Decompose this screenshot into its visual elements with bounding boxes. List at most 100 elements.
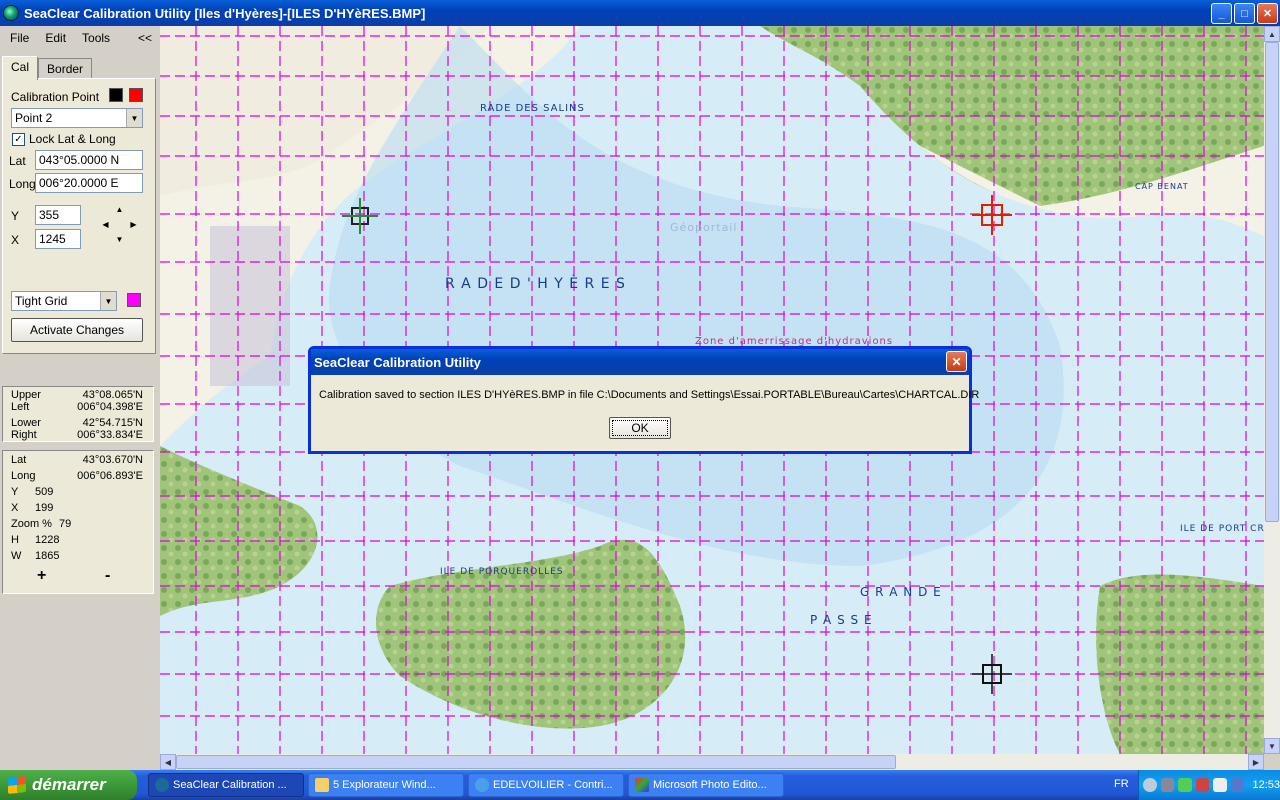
cal-pane: Calibration Point Point 2 ▼ ✓ Lock Lat &… xyxy=(2,78,156,354)
scroll-left-icon[interactable]: ◀ xyxy=(160,754,176,770)
cursor-y-label: Y xyxy=(11,486,19,498)
menu-tools[interactable]: Tools xyxy=(82,31,110,45)
photo-editor-icon xyxy=(635,778,649,792)
task-label: SeaClear Calibration ... xyxy=(173,779,287,791)
vertical-scrollbar[interactable]: ▲ ▼ xyxy=(1264,26,1280,754)
collapse-panel-button[interactable]: << xyxy=(138,31,152,45)
tray-alert-icon[interactable] xyxy=(1195,778,1210,792)
menu-file[interactable]: File xyxy=(10,31,29,45)
tray-network-icon[interactable] xyxy=(1160,778,1175,792)
grid-color-swatch[interactable] xyxy=(127,293,141,307)
nudge-up-icon[interactable]: ▲ xyxy=(113,203,126,216)
map-label-cap-benat: CAP BENAT xyxy=(1135,182,1189,191)
horizontal-scroll-thumb[interactable] xyxy=(176,755,896,769)
nudge-right-icon[interactable]: ▶ xyxy=(127,218,140,231)
windows-logo-icon xyxy=(8,776,26,794)
task-explorer[interactable]: 5 Explorateur Wind... xyxy=(308,773,464,797)
window-title: SeaClear Calibration Utility [Iles d'Hyè… xyxy=(24,5,426,21)
zoom-label: Zoom % xyxy=(11,518,52,530)
tray-volume-icon[interactable] xyxy=(1213,778,1227,792)
calibration-color-black[interactable] xyxy=(109,88,123,102)
map-label-passe: P A S S E xyxy=(810,613,873,627)
menu-bar: File Edit Tools << xyxy=(0,26,158,50)
lock-lat-long-checkbox[interactable]: ✓ xyxy=(12,133,25,146)
bounds-box: Upper 43°08.065'N Left 006°04.398'E Lower 4… xyxy=(2,386,154,442)
minimize-button[interactable]: _ xyxy=(1211,3,1232,24)
start-button[interactable]: démarrer xyxy=(0,770,137,800)
internet-explorer-icon xyxy=(475,778,489,792)
y-label: Y xyxy=(11,209,20,223)
scroll-right-icon[interactable]: ▶ xyxy=(1248,754,1264,770)
task-label: 5 Explorateur Wind... xyxy=(333,779,436,791)
app-icon[interactable] xyxy=(3,5,19,21)
cursor-y-value: 509 xyxy=(35,486,54,498)
lat-label: Lat xyxy=(9,154,26,168)
long-label: Long xyxy=(9,177,36,191)
grid-select-value: Tight Grid xyxy=(15,294,68,308)
task-browser[interactable]: EDELVOILIER - Contri... xyxy=(468,773,624,797)
left-panel: Cal Border Calibration Point Point 2 ▼ ✓… xyxy=(0,50,158,750)
zoom-in-button[interactable]: + xyxy=(37,567,46,585)
lat-input[interactable]: 043°05.0000 N xyxy=(35,150,143,170)
right-label: Right xyxy=(11,429,37,441)
seaclear-icon xyxy=(155,778,169,792)
scroll-down-icon[interactable]: ▼ xyxy=(1264,738,1280,754)
activate-changes-button[interactable]: Activate Changes xyxy=(11,318,143,342)
dialog-message: Calibration saved to section ILES D'HYèR… xyxy=(319,389,980,401)
long-input[interactable]: 006°20.0000 E xyxy=(35,173,143,193)
point-select[interactable]: Point 2 ▼ xyxy=(11,108,143,128)
map-label-port-cros: ILE DE PORT CROS xyxy=(1180,524,1264,534)
cursor-lat-value: 43°03.670'N xyxy=(82,454,143,466)
calibration-point-label: Calibration Point xyxy=(11,90,100,104)
system-tray: 12:53 xyxy=(1138,770,1280,800)
nudge-left-icon[interactable]: ◀ xyxy=(99,218,112,231)
grid-select[interactable]: Tight Grid ▼ xyxy=(11,291,117,311)
x-label: X xyxy=(11,233,20,247)
taskbar: démarrer SeaClear Calibration ... 5 Expl… xyxy=(0,770,1280,800)
chevron-down-icon[interactable]: ▼ xyxy=(126,109,142,127)
zoom-out-button[interactable]: - xyxy=(105,567,110,585)
close-button[interactable]: ✕ xyxy=(1257,3,1278,24)
height-label: H xyxy=(11,534,19,546)
bluetooth-icon[interactable] xyxy=(1230,778,1245,792)
clock[interactable]: 12:53 xyxy=(1252,779,1280,791)
tab-border[interactable]: Border xyxy=(38,58,93,80)
map-label-grande: G R A N D E xyxy=(860,585,942,599)
map-label-rade-salins: RADE DES SALINS xyxy=(480,103,585,114)
x-input[interactable]: 1245 xyxy=(35,229,81,249)
width-label: W xyxy=(11,550,22,562)
menu-edit[interactable]: Edit xyxy=(45,31,66,45)
tab-cal[interactable]: Cal xyxy=(2,56,39,80)
cursor-lat-label: Lat xyxy=(11,454,27,466)
y-input[interactable]: 355 xyxy=(35,205,81,225)
scroll-up-icon[interactable]: ▲ xyxy=(1264,26,1280,42)
task-seaclear[interactable]: SeaClear Calibration ... xyxy=(148,773,304,797)
cursor-long-value: 006°06.893'E xyxy=(77,470,143,482)
task-photo-editor[interactable]: Microsoft Photo Edito... xyxy=(628,773,784,797)
task-label: EDELVOILIER - Contri... xyxy=(493,779,613,791)
chevron-down-icon[interactable]: ▼ xyxy=(100,292,116,310)
height-value: 1228 xyxy=(35,534,60,546)
vertical-scroll-thumb[interactable] xyxy=(1265,42,1279,522)
right-value: 006°33.834'E xyxy=(77,429,143,441)
nudge-down-icon[interactable]: ▼ xyxy=(113,233,126,246)
task-label: Microsoft Photo Edito... xyxy=(653,779,767,791)
width-value: 1865 xyxy=(35,550,60,562)
message-dialog: SeaClear Calibration Utility ✕ Calibrati… xyxy=(308,346,979,454)
ok-button[interactable]: OK xyxy=(609,417,671,439)
upper-value: 43°08.065'N xyxy=(82,389,143,401)
language-indicator[interactable]: FR xyxy=(1114,778,1129,790)
cursor-x-label: X xyxy=(11,502,19,514)
tray-expand-icon[interactable] xyxy=(1143,778,1157,792)
maximize-button[interactable]: □ xyxy=(1234,3,1255,24)
calibration-color-red[interactable] xyxy=(129,88,143,102)
lower-label: Lower xyxy=(11,417,41,429)
folder-icon xyxy=(315,778,329,792)
cursor-info-box: Lat 43°03.670'N Long 006°06.893'E Y 509 X 19… xyxy=(2,450,154,594)
map-label-porquerolles: ILE DE PORQUEROLLES xyxy=(440,567,564,577)
dialog-close-button[interactable]: ✕ xyxy=(946,351,967,372)
horizontal-scrollbar[interactable]: ◀ ▶ xyxy=(160,754,1264,770)
lock-lat-long-label: Lock Lat & Long xyxy=(29,132,116,146)
lower-value: 42°54.715'N xyxy=(82,417,143,429)
tray-security-icon[interactable] xyxy=(1178,778,1192,792)
